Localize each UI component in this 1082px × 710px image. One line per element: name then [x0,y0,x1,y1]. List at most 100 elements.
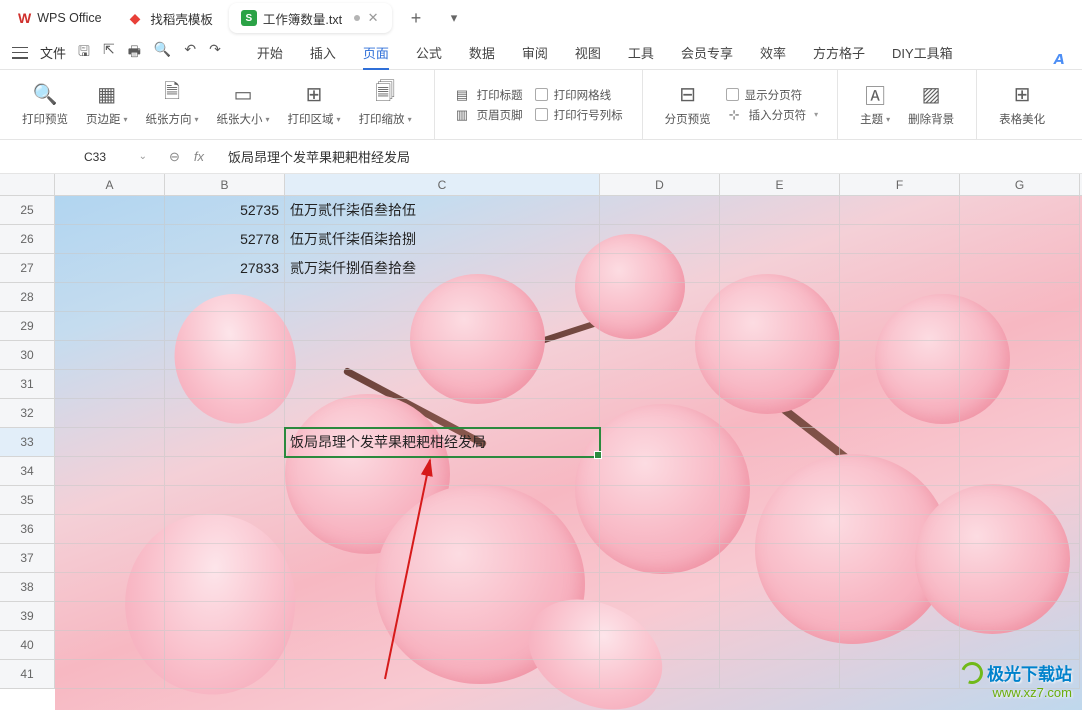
row-header[interactable]: 33 [0,428,55,457]
print-titles-button[interactable]: ▤打印标题 [454,87,523,103]
cell[interactable] [840,573,960,602]
cell[interactable] [840,225,960,254]
cell[interactable] [285,457,600,486]
cell[interactable]: 52735 [165,196,285,225]
beautify-button[interactable]: ⊞表格美化 [990,70,1054,139]
pagebreak-preview-button[interactable]: ⊟分页预览 [656,70,720,139]
cell[interactable] [840,399,960,428]
cell[interactable] [840,660,960,689]
cell[interactable] [55,486,165,515]
cell[interactable] [600,341,720,370]
hamburger-icon[interactable] [12,47,28,59]
cell[interactable] [165,573,285,602]
cell[interactable] [720,341,840,370]
cell[interactable] [55,341,165,370]
cell[interactable] [600,486,720,515]
save-icon[interactable]: 🖫 [78,41,90,65]
column-header[interactable]: E [720,174,840,195]
formula-input[interactable] [218,149,1082,164]
column-header[interactable]: D [600,174,720,195]
preview-icon[interactable]: 🔍 [154,41,171,65]
row-header[interactable]: 39 [0,602,55,631]
template-tab[interactable]: ◆ 找稻壳模板 [118,3,225,33]
row-header[interactable]: 34 [0,457,55,486]
cell[interactable] [55,225,165,254]
cell[interactable] [960,254,1080,283]
cell[interactable] [55,515,165,544]
print-rowcol-check[interactable]: 打印行号列标 [535,107,623,123]
cell[interactable] [600,370,720,399]
row-header[interactable]: 31 [0,370,55,399]
column-header[interactable]: C [285,174,600,195]
cell[interactable] [165,544,285,573]
cell[interactable] [600,660,720,689]
export-icon[interactable]: ⇱ [103,41,115,65]
row-header[interactable]: 29 [0,312,55,341]
cell[interactable] [55,428,165,457]
size-button[interactable]: ▭纸张大小 [208,70,279,139]
cell[interactable] [720,631,840,660]
cell[interactable] [960,428,1080,457]
cell[interactable] [165,370,285,399]
show-breaks-check[interactable]: 显示分页符 [726,87,819,103]
row-header[interactable]: 40 [0,631,55,660]
cell[interactable] [55,283,165,312]
tab-menu-button[interactable]: ▾ [440,4,468,32]
cell[interactable] [720,428,840,457]
cell[interactable] [720,486,840,515]
cell[interactable] [960,573,1080,602]
menu-item-11[interactable]: DIY工具箱 [892,35,953,70]
cell[interactable] [960,631,1080,660]
cell[interactable] [600,631,720,660]
row-header[interactable]: 28 [0,283,55,312]
cell[interactable] [960,370,1080,399]
menu-item-4[interactable]: 数据 [469,35,495,70]
cell[interactable] [960,312,1080,341]
select-all-corner[interactable] [0,174,55,195]
scale-button[interactable]: 🗐打印缩放 [350,70,421,139]
cell[interactable] [285,631,600,660]
cell[interactable] [285,312,600,341]
print-icon[interactable]: 🖶 [128,41,141,65]
cell[interactable] [55,399,165,428]
cell[interactable]: 27833 [165,254,285,283]
cell[interactable] [720,283,840,312]
undo-icon[interactable]: ↶ [184,41,196,65]
column-header[interactable]: F [840,174,960,195]
cell[interactable] [285,399,600,428]
cell[interactable] [285,515,600,544]
close-tab-icon[interactable]: ✕ [366,11,380,25]
cell[interactable] [165,486,285,515]
menu-item-6[interactable]: 视图 [575,35,601,70]
cell[interactable] [165,660,285,689]
cell[interactable] [165,312,285,341]
print-area-button[interactable]: ⊞打印区域 [279,70,350,139]
column-header[interactable]: B [165,174,285,195]
redo-icon[interactable]: ↷ [209,41,221,65]
cell[interactable] [55,573,165,602]
cell[interactable]: 伍万贰仟柒佰柒拾捌 [285,225,600,254]
menu-item-2[interactable]: 页面 [363,35,389,70]
cell[interactable] [600,283,720,312]
app-tab[interactable]: W WPS Office [6,3,114,33]
cell[interactable] [600,515,720,544]
cell[interactable] [960,283,1080,312]
row-header[interactable]: 26 [0,225,55,254]
cell[interactable] [55,544,165,573]
cell[interactable] [55,457,165,486]
fx-icon[interactable]: fx [194,149,204,164]
print-gridlines-check[interactable]: 打印网格线 [535,87,623,103]
cell[interactable] [840,341,960,370]
theme-button[interactable]: 🄰主题 [851,70,899,139]
cell[interactable] [600,428,720,457]
cell[interactable] [840,602,960,631]
cell[interactable] [960,457,1080,486]
cell[interactable] [720,457,840,486]
cell[interactable] [960,544,1080,573]
cell[interactable] [55,196,165,225]
cell[interactable] [600,399,720,428]
row-header[interactable]: 32 [0,399,55,428]
column-header[interactable]: G [960,174,1080,195]
menu-item-7[interactable]: 工具 [628,35,654,70]
cell[interactable] [720,254,840,283]
